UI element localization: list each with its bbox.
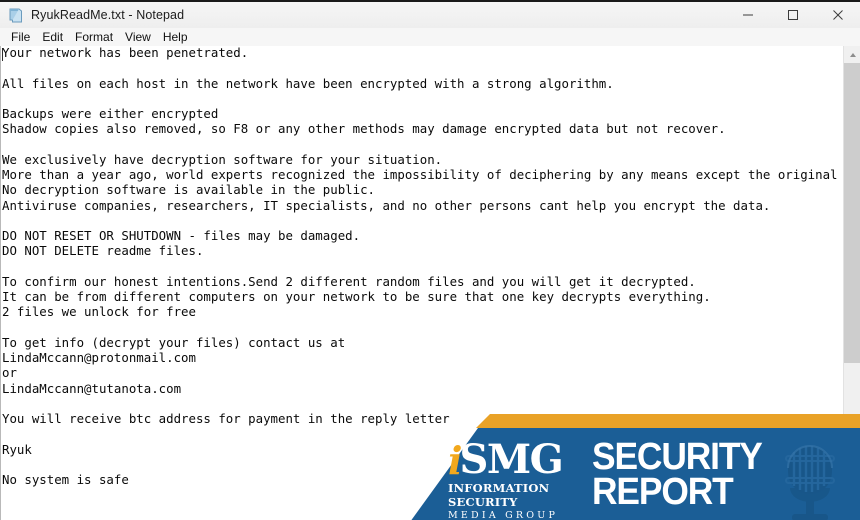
minimize-icon[interactable] [725, 2, 770, 28]
window-title: RyukReadMe.txt - Notepad [31, 8, 185, 22]
menu-item-help[interactable]: Help [157, 28, 194, 46]
text-editor-area[interactable]: Your network has been penetrated. All fi… [0, 46, 860, 520]
title-bar[interactable]: RyukReadMe.txt - Notepad [0, 2, 860, 28]
window-controls [725, 2, 860, 28]
menu-bar: File Edit Format View Help [0, 28, 860, 46]
close-icon[interactable] [815, 2, 860, 28]
scroll-up-icon[interactable] [844, 46, 860, 63]
scroll-down-icon[interactable] [844, 505, 860, 520]
vertical-scrollbar[interactable] [843, 46, 860, 520]
menu-item-edit[interactable]: Edit [36, 28, 69, 46]
maximize-icon[interactable] [770, 2, 815, 28]
notepad-window: RyukReadMe.txt - Notepad File Edit Forma… [0, 0, 860, 520]
menu-item-format[interactable]: Format [69, 28, 119, 46]
ransom-note-text[interactable]: Your network has been penetrated. All fi… [2, 46, 860, 487]
menu-item-file[interactable]: File [5, 28, 36, 46]
menu-item-view[interactable]: View [119, 28, 157, 46]
scrollbar-thumb[interactable] [844, 63, 860, 363]
notepad-document-icon [7, 7, 24, 24]
